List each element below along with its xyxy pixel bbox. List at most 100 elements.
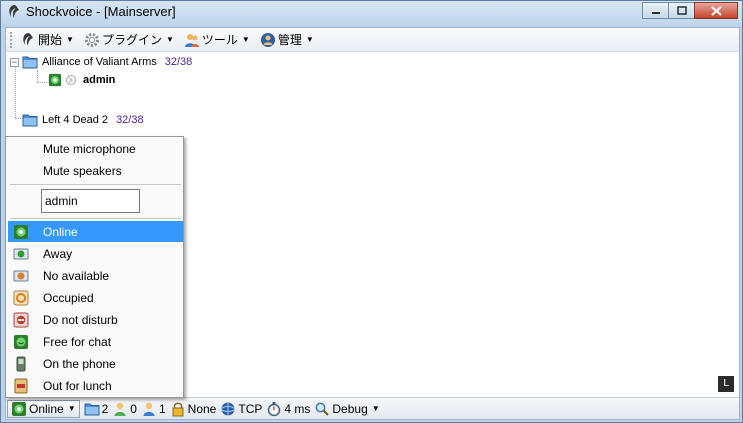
channel-user-count: 32/38 <box>116 114 144 126</box>
channel-count-value: 2 <box>101 401 109 416</box>
online-icon <box>14 224 28 239</box>
tree-line <box>37 82 47 83</box>
chevron-down-icon: ▼ <box>66 35 74 44</box>
tree-line <box>37 70 38 82</box>
encryption-value: None <box>187 401 217 416</box>
users-icon <box>184 33 199 47</box>
tools-menu-button[interactable]: ツール ▼ <box>181 30 253 50</box>
channel-tree: − Alliance of Valiant Arms 32/38 admin L… <box>10 54 410 134</box>
tools-menu-label: ツール <box>201 33 238 47</box>
phone-icon <box>16 356 26 371</box>
minimize-button[interactable] <box>642 2 668 19</box>
mute-speakers-item[interactable]: Mute speakers <box>8 160 183 181</box>
tree-item-channel[interactable]: Left 4 Dead 2 32/38 <box>10 112 144 128</box>
chevron-down-icon: ▼ <box>241 35 250 44</box>
status-popup-menu: Mute microphone Mute speakers Online Awa… <box>5 136 184 398</box>
status-item-occupied[interactable]: Occupied <box>8 287 183 308</box>
minimize-icon <box>651 11 660 14</box>
collapse-icon[interactable]: − <box>10 57 19 67</box>
toolbar-grip[interactable] <box>10 31 13 48</box>
stopwatch-icon <box>268 401 281 416</box>
online-icon <box>48 73 62 87</box>
shockvoice-logo-icon <box>23 32 33 46</box>
status-item-label: Occupied <box>43 290 94 305</box>
gear-icon <box>84 32 99 47</box>
admin-icon <box>260 32 275 47</box>
magnifier-icon <box>315 402 330 416</box>
chevron-down-icon: ▼ <box>165 35 174 44</box>
status-item-label: On the phone <box>43 356 116 371</box>
menu-separator <box>10 218 181 219</box>
corner-badge[interactable]: L <box>718 376 734 392</box>
lunch-icon <box>14 378 28 393</box>
status-item-do-not-disturb[interactable]: Do not disturb <box>8 309 183 330</box>
ping-value: 4 ms <box>284 401 311 416</box>
window-title: Shockvoice - [Mainserver] <box>26 4 176 19</box>
status-item-out-for-lunch[interactable]: Out for lunch <box>8 375 183 396</box>
debug-dropdown[interactable]: Debug ▼ <box>312 400 381 418</box>
status-item-on-the-phone[interactable]: On the phone <box>8 353 183 374</box>
status-dropdown[interactable]: Online ▼ <box>7 399 80 418</box>
status-item-online[interactable]: Online <box>8 221 183 242</box>
title-bar[interactable]: Shockvoice - [Mainserver] <box>1 1 742 24</box>
chevron-down-icon: ▼ <box>371 404 380 413</box>
tree-item-user[interactable]: admin <box>48 72 115 88</box>
status-item-not-available[interactable]: No available <box>8 265 183 286</box>
microphone-icon <box>65 74 77 86</box>
maximize-icon <box>676 6 687 15</box>
user-count-value: 0 <box>130 401 137 416</box>
debug-label: Debug <box>332 401 368 416</box>
nickname-input[interactable] <box>41 189 140 213</box>
mute-speakers-label: Mute speakers <box>43 163 122 178</box>
status-item-away[interactable]: Away <box>8 243 183 264</box>
user-count: 0 <box>110 400 139 418</box>
away-icon <box>13 248 29 259</box>
main-toolbar: 開始 ▼ プラグイン ▼ ツール ▼ 管理 ▼ <box>6 28 739 52</box>
status-item-label: Away <box>43 246 73 261</box>
start-menu-label: 開始 <box>38 33 63 47</box>
protocol-value: TCP <box>238 401 263 416</box>
status-item-label: Do not disturb <box>43 312 118 327</box>
network-icon <box>221 402 236 415</box>
status-bar: Online ▼ 2 0 1 None TCP 4 ms Debug ▼ <box>6 397 739 419</box>
channel-name: Alliance of Valiant Arms <box>42 56 157 68</box>
folder-icon <box>22 114 38 127</box>
tree-item-channel[interactable]: − Alliance of Valiant Arms 32/38 <box>10 54 192 70</box>
ping-status: 4 ms <box>264 400 312 418</box>
status-item-label: Free for chat <box>43 334 112 349</box>
window-controls <box>642 2 738 20</box>
start-menu-button[interactable]: 開始 ▼ <box>17 30 77 50</box>
menu-separator <box>10 184 181 185</box>
admin-user-icon <box>143 402 155 416</box>
status-item-label: No available <box>43 268 110 283</box>
free-for-chat-icon <box>14 334 28 349</box>
user-name: admin <box>83 74 116 86</box>
admin-count-value: 1 <box>158 401 166 416</box>
close-button[interactable] <box>694 2 738 19</box>
channel-name: Left 4 Dead 2 <box>42 114 109 126</box>
plugins-menu-label: プラグイン <box>101 33 162 47</box>
mute-microphone-label: Mute microphone <box>43 141 136 156</box>
plugins-menu-button[interactable]: プラグイン ▼ <box>81 30 177 50</box>
user-icon <box>114 402 126 416</box>
maximize-button[interactable] <box>668 2 694 19</box>
admin-menu-button[interactable]: 管理 ▼ <box>257 30 317 50</box>
not-available-icon <box>13 270 29 281</box>
status-item-label: Out for lunch <box>43 378 112 393</box>
folder-icon <box>22 56 38 69</box>
do-not-disturb-icon <box>13 312 29 327</box>
admin-menu-label: 管理 <box>277 33 302 47</box>
online-icon <box>12 401 26 416</box>
channel-count: 2 <box>82 400 111 418</box>
chevron-down-icon: ▼ <box>67 404 76 413</box>
shockvoice-logo-icon <box>9 5 19 18</box>
status-item-label: Online <box>43 224 78 239</box>
status-label: Online <box>29 401 64 416</box>
mute-microphone-item[interactable]: Mute microphone <box>8 138 183 159</box>
occupied-icon <box>13 290 29 305</box>
protocol-status: TCP <box>218 400 264 418</box>
status-item-free-for-chat[interactable]: Free for chat <box>8 331 183 352</box>
encryption-status: None <box>168 400 219 418</box>
close-icon <box>710 5 722 16</box>
channel-user-count: 32/38 <box>164 56 193 68</box>
